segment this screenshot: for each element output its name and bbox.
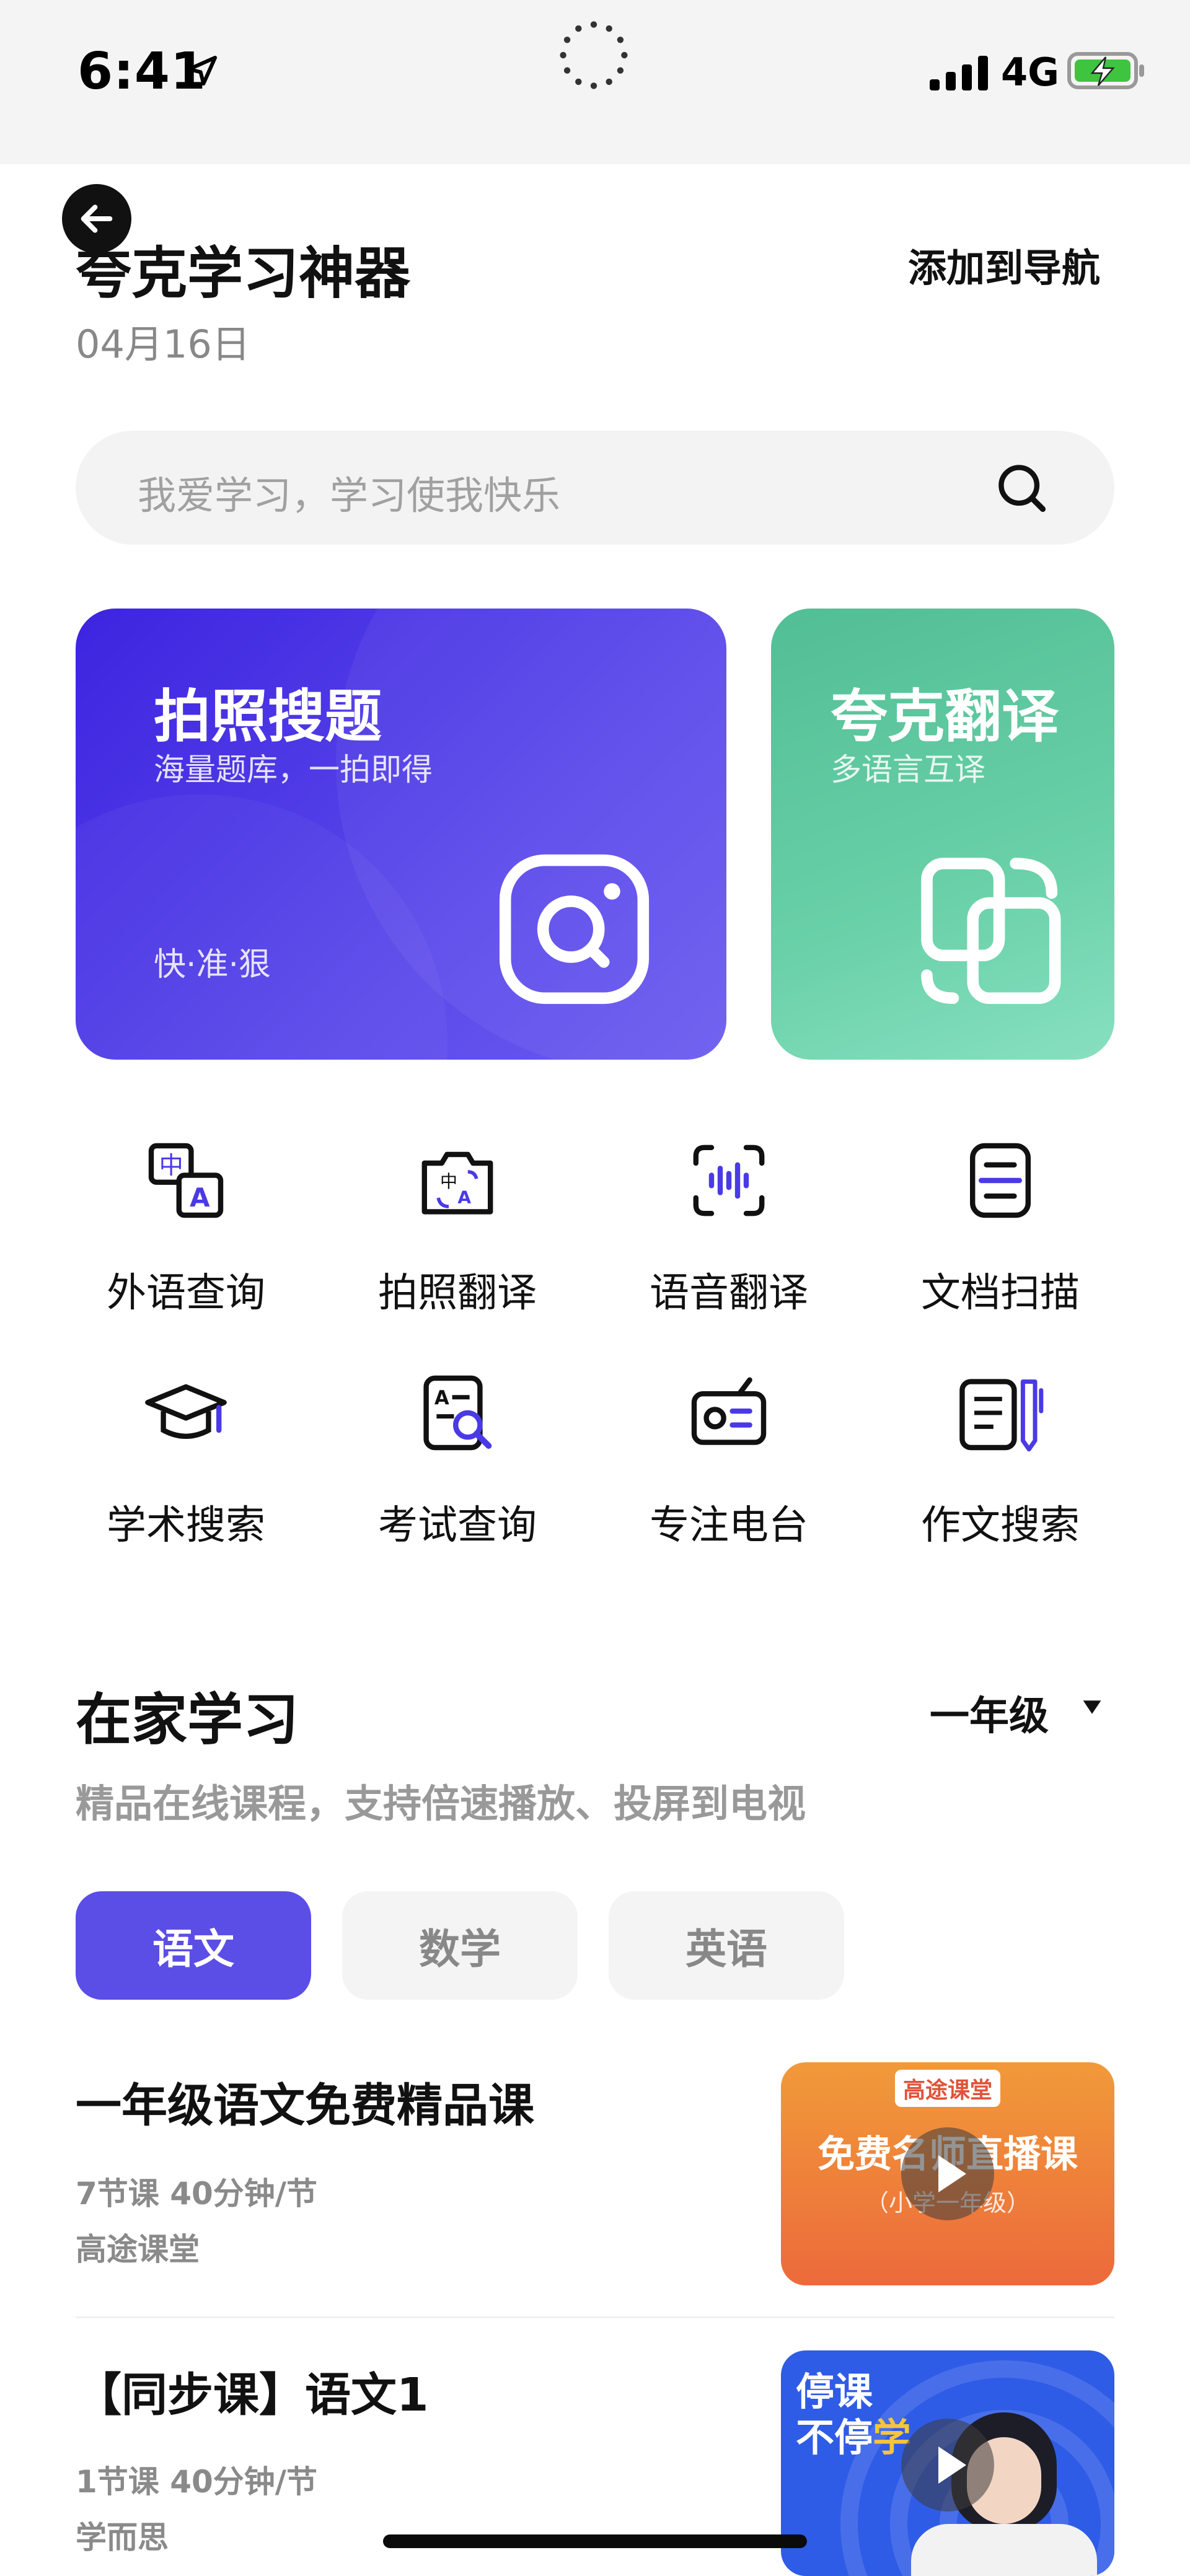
camera-search-icon bbox=[499, 854, 650, 1004]
search-bar[interactable]: 我爱学习，学习使我快乐 bbox=[76, 431, 1114, 545]
play-icon bbox=[938, 2155, 966, 2192]
add-to-nav-button[interactable]: 添加到导航 bbox=[908, 237, 1100, 292]
signal-strength-icon bbox=[930, 56, 988, 90]
card-subtitle: 多语言互译 bbox=[831, 752, 985, 788]
photo-search-card[interactable]: 拍照搜题 海量题库，一拍即得 快·准·狠 bbox=[76, 609, 726, 1060]
tool-foreign-language[interactable]: 中 A 外语查询 bbox=[50, 1137, 322, 1323]
back-arrow-icon bbox=[81, 204, 113, 233]
battery-charging-icon bbox=[1067, 52, 1144, 89]
subject-tab-english[interactable]: 英语 bbox=[609, 1891, 844, 2000]
tool-label: 专注电台 bbox=[650, 1503, 808, 1549]
radio-icon bbox=[691, 1377, 767, 1445]
back-button[interactable] bbox=[62, 184, 131, 253]
translate-card[interactable]: 夸克翻译 多语言互译 bbox=[771, 609, 1114, 1060]
svg-text:A: A bbox=[434, 1387, 449, 1409]
essay-search-icon bbox=[959, 1379, 1044, 1452]
foreign-language-icon: 中 A bbox=[148, 1143, 224, 1218]
svg-text:中: 中 bbox=[440, 1171, 457, 1192]
tool-label: 语音翻译 bbox=[650, 1270, 808, 1316]
card-title: 拍照搜题 bbox=[154, 684, 382, 750]
card-tagline: 快·准·狠 bbox=[154, 946, 271, 983]
tool-label: 文档扫描 bbox=[921, 1270, 1080, 1316]
camera-translate-icon: 中 A bbox=[421, 1151, 493, 1215]
tool-camera-translate[interactable]: 中 A 拍照翻译 bbox=[321, 1137, 594, 1323]
svg-text:A: A bbox=[190, 1182, 210, 1213]
academic-cap-icon bbox=[145, 1384, 227, 1439]
caret-down-icon[interactable] bbox=[1081, 1698, 1103, 1717]
page-date: 04月16日 bbox=[76, 322, 250, 367]
tool-essay-search[interactable]: 作文搜索 bbox=[864, 1369, 1137, 1555]
thumbnail-line: 不停学 bbox=[796, 2415, 911, 2461]
subject-tab-chinese[interactable]: 语文 bbox=[76, 1891, 311, 2000]
course-title[interactable]: 一年级语文免费精品课 bbox=[76, 2068, 534, 2135]
tool-voice-translate[interactable]: 语音翻译 bbox=[593, 1137, 865, 1323]
thumbnail-line-part: 不停 bbox=[796, 2415, 873, 2461]
section-subtitle: 精品在线课程，支持倍速播放、投屏到电视 bbox=[76, 1781, 806, 1826]
document-scan-icon bbox=[970, 1143, 1031, 1218]
search-icon[interactable] bbox=[993, 459, 1050, 516]
tool-label: 拍照翻译 bbox=[378, 1270, 537, 1316]
course-thumbnail[interactable]: 高途课堂 免费名师直播课 （小学一年级） bbox=[781, 2062, 1114, 2285]
course-meta: 7节课 40分钟/节 bbox=[76, 2176, 318, 2212]
course-provider: 学而思 bbox=[76, 2520, 169, 2556]
card-subtitle: 海量题库，一拍即得 bbox=[154, 752, 433, 788]
play-button[interactable] bbox=[901, 2127, 994, 2220]
tool-label: 作文搜索 bbox=[921, 1503, 1080, 1549]
course-thumbnail[interactable]: 停课 不停学 bbox=[781, 2350, 1114, 2576]
student-illustration bbox=[911, 2524, 1097, 2576]
thumbnail-line: 停课 bbox=[796, 2369, 873, 2414]
home-indicator[interactable] bbox=[383, 2534, 807, 2548]
loading-spinner-icon bbox=[560, 21, 628, 89]
course-provider: 高途课堂 bbox=[76, 2231, 200, 2267]
grade-selector[interactable]: 一年级 bbox=[930, 1684, 1049, 1741]
exam-search-icon: A bbox=[423, 1375, 492, 1451]
thumbnail-title: 停课 不停学 bbox=[796, 2369, 911, 2461]
play-button[interactable] bbox=[901, 2419, 994, 2512]
card-title: 夸克翻译 bbox=[831, 684, 1059, 750]
divider bbox=[76, 2316, 1114, 2318]
location-arrow-icon bbox=[187, 55, 218, 86]
svg-text:A: A bbox=[457, 1187, 471, 1207]
tool-label: 考试查询 bbox=[378, 1503, 537, 1549]
translate-pages-icon bbox=[921, 858, 1061, 1004]
play-icon bbox=[938, 2446, 966, 2484]
page-title: 夸克学习神器 bbox=[76, 241, 410, 306]
tool-exam-search[interactable]: A 考试查询 bbox=[321, 1369, 594, 1555]
subject-tab-math[interactable]: 数学 bbox=[342, 1891, 578, 2000]
tool-label: 外语查询 bbox=[107, 1270, 265, 1316]
tool-label: 学术搜索 bbox=[107, 1503, 265, 1549]
search-placeholder[interactable]: 我爱学习，学习使我快乐 bbox=[138, 464, 560, 520]
course-title[interactable]: 【同步课】语文1 bbox=[76, 2358, 429, 2424]
tool-focus-radio[interactable]: 专注电台 bbox=[593, 1369, 865, 1555]
network-type: 4G bbox=[1001, 50, 1060, 95]
voice-translate-icon bbox=[693, 1145, 765, 1216]
thumbnail-badge: 高途课堂 bbox=[895, 2070, 1000, 2107]
tool-document-scan[interactable]: 文档扫描 bbox=[864, 1137, 1137, 1323]
tool-academic-search[interactable]: 学术搜索 bbox=[50, 1369, 322, 1555]
course-meta: 1节课 40分钟/节 bbox=[76, 2464, 318, 2500]
section-title: 在家学习 bbox=[76, 1687, 299, 1752]
